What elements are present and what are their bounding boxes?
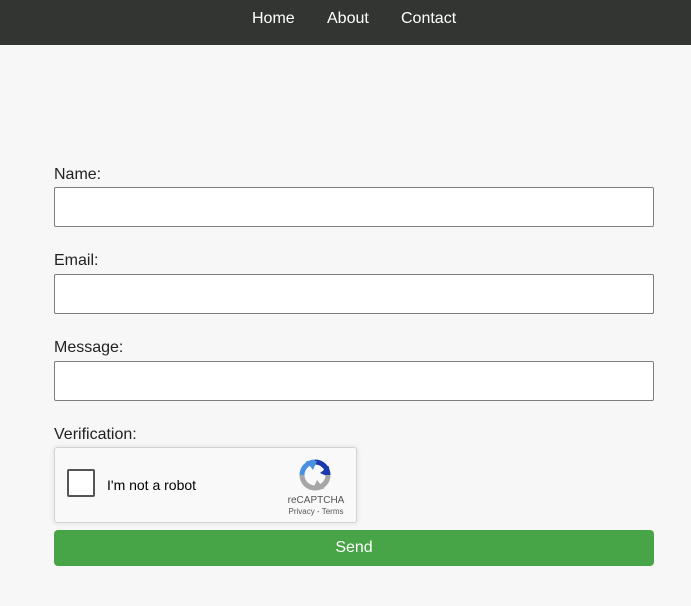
verification-label: Verification: [54,426,137,443]
recaptcha-privacy-link[interactable]: Privacy [289,507,315,516]
recaptcha-links: Privacy - Terms [277,507,355,517]
recaptcha-checkbox-label: I'm not a robot [107,477,197,493]
recaptcha-logo-icon [299,459,331,491]
send-button[interactable]: Send [54,530,654,566]
recaptcha-checkbox[interactable] [67,469,95,497]
recaptcha-brand: reCAPTCHA [287,495,345,506]
message-label: Message: [54,339,124,356]
message-input[interactable] [54,361,654,401]
email-label: Email: [54,252,99,269]
contact-form: Name: Email: Message: Verification: I'm … [0,0,691,606]
name-input[interactable] [54,187,654,227]
recaptcha-widget: I'm not a robot reCAPTCHA Privacy - Term… [54,447,357,523]
email-input[interactable] [54,274,654,314]
recaptcha-terms-link[interactable]: Terms [322,507,344,516]
name-label: Name: [54,166,102,183]
